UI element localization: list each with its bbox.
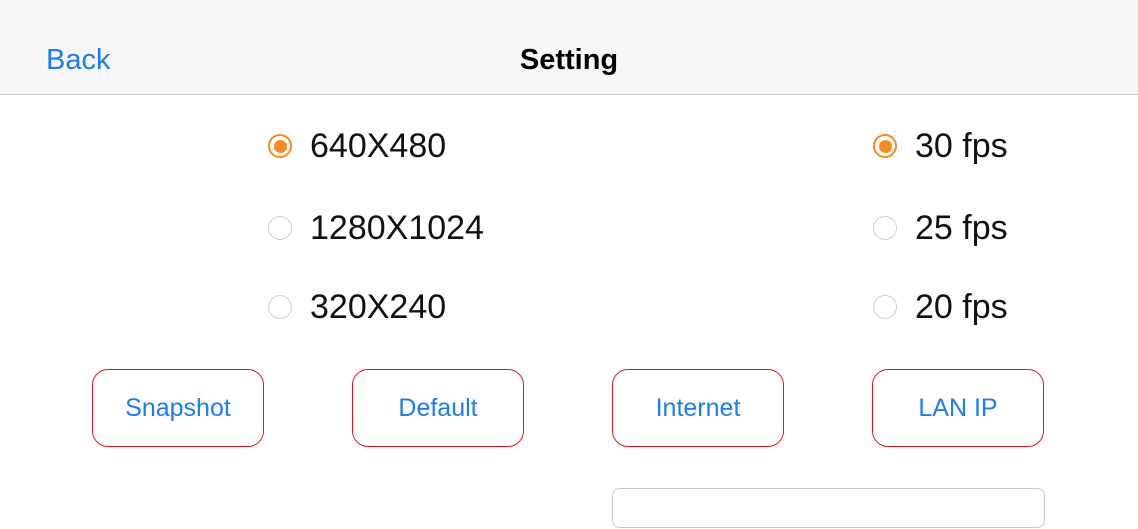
resolution-option-label: 1280X1024 [310,209,484,247]
default-button[interactable]: Default [352,369,524,447]
framerate-option-30fps[interactable]: 30 fps [873,126,1008,166]
framerate-option-25fps[interactable]: 25 fps [873,208,1008,248]
resolution-option-label: 320X240 [310,288,447,326]
resolution-option-320x240[interactable]: 320X240 [268,287,446,327]
radio-unselected-icon [873,216,897,240]
ip-address-field[interactable] [612,488,1045,528]
framerate-option-label: 20 fps [915,288,1008,326]
radio-unselected-icon [268,295,292,319]
navigation-bar: Back Setting [0,0,1138,95]
framerate-option-label: 30 fps [915,127,1008,165]
resolution-option-1280x1024[interactable]: 1280X1024 [268,208,484,248]
page-title: Setting [519,44,619,76]
lan-ip-button[interactable]: LAN IP [872,369,1044,447]
framerate-option-20fps[interactable]: 20 fps [873,287,1008,327]
framerate-option-label: 25 fps [915,209,1008,247]
radio-unselected-icon [268,216,292,240]
resolution-option-label: 640X480 [310,127,447,165]
snapshot-button[interactable]: Snapshot [92,369,264,447]
radio-selected-icon [873,134,897,158]
radio-selected-icon [268,134,292,158]
internet-button[interactable]: Internet [612,369,784,447]
resolution-option-640x480[interactable]: 640X480 [268,126,446,166]
radio-unselected-icon [873,295,897,319]
